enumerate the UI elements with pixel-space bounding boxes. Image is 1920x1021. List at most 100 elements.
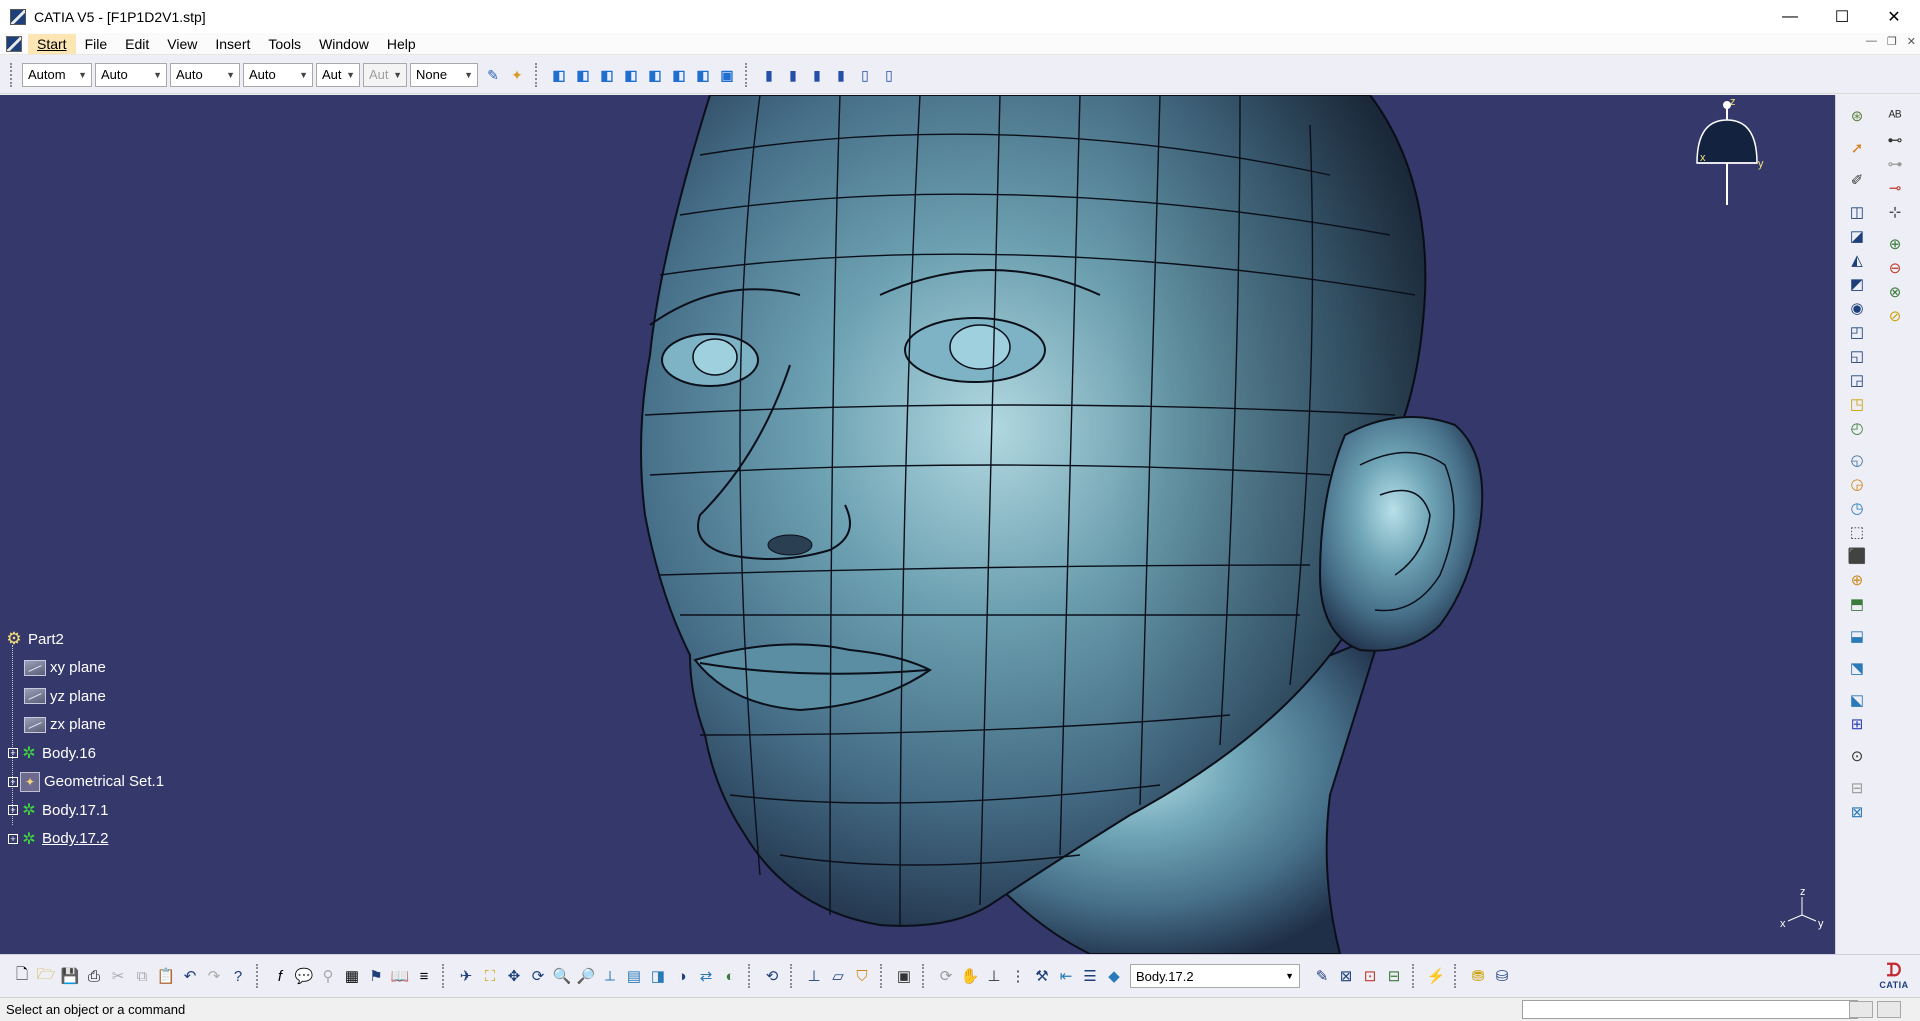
expand-plus-icon[interactable]: +	[8, 776, 18, 787]
swap-visible-space-icon[interactable]: ⇄	[695, 965, 717, 987]
document-icon[interactable]	[6, 35, 22, 52]
tree-root-part[interactable]: ⚙ Part2	[4, 625, 164, 654]
undo-icon[interactable]: ↶	[179, 965, 201, 987]
3d-viewport[interactable]: z x y z x y ⚙ Part2 xy plane yz plane zx…	[0, 95, 1835, 954]
toolbar-grip[interactable]	[790, 964, 794, 988]
left-view-icon[interactable]: ◧	[621, 65, 641, 85]
toolbar-grip[interactable]	[442, 964, 446, 988]
menu-tools[interactable]: Tools	[259, 34, 310, 54]
status-button-1[interactable]	[1849, 1001, 1873, 1018]
top-view-icon[interactable]: ◧	[669, 65, 689, 85]
front-view-icon[interactable]: ◧	[573, 65, 593, 85]
slot-icon[interactable]: ◱	[1846, 345, 1868, 367]
named-views-icon[interactable]: ▣	[717, 65, 737, 85]
knowledge-icon[interactable]: ⚑	[365, 965, 387, 987]
apply-material-bottom-icon[interactable]: ⊠	[1335, 965, 1357, 987]
update-icon[interactable]: ⟲	[761, 965, 783, 987]
formula-icon[interactable]: f	[269, 965, 291, 987]
menu-insert[interactable]: Insert	[206, 34, 259, 54]
boolean-add-icon[interactable]: ⊕	[1884, 233, 1906, 255]
thickness-icon[interactable]: ⬛	[1846, 545, 1868, 567]
toolbar-grip[interactable]	[256, 964, 260, 988]
rib-icon[interactable]: ◰	[1846, 321, 1868, 343]
transparency-combo[interactable]: Auto ▼	[95, 62, 167, 87]
pan-icon[interactable]: ✥	[503, 965, 525, 987]
doc-restore-icon[interactable]: ❐	[1887, 35, 1897, 48]
groove-icon[interactable]: ◩	[1846, 273, 1868, 295]
user-pattern-icon[interactable]: ⊞	[1846, 713, 1868, 735]
pad-icon[interactable]: ◫	[1846, 201, 1868, 223]
scan-icon[interactable]: ⋮	[1007, 965, 1029, 987]
fly-mode-icon[interactable]: ⊷	[1884, 129, 1906, 151]
catalog-icon[interactable]: 📖	[389, 965, 411, 987]
zoom-in-icon[interactable]: 🔍	[551, 965, 573, 987]
boolean-intersect-icon[interactable]: ⊗	[1884, 281, 1906, 303]
toolbar-grip[interactable]	[535, 62, 539, 87]
hide-show-icon[interactable]: ◑	[671, 965, 693, 987]
plane-icon[interactable]: ▱	[827, 965, 849, 987]
mirror-icon[interactable]: ⬔	[1846, 657, 1868, 679]
tree-item-geometrical-set-1[interactable]: + ✦ Geometrical Set.1	[4, 768, 164, 797]
split-icon[interactable]: ⬒	[1846, 593, 1868, 615]
expand-plus-icon[interactable]: +	[8, 833, 18, 844]
menu-view[interactable]: View	[158, 34, 206, 54]
shading-with-edges-icon[interactable]: ▮	[783, 65, 803, 85]
maximize-button[interactable]: ☐	[1816, 0, 1868, 33]
wireframe-icon[interactable]: ▯	[855, 65, 875, 85]
toolbar-grip[interactable]	[1412, 964, 1416, 988]
expand-plus-icon[interactable]: +	[8, 748, 18, 759]
iso-view-icon[interactable]: ◧	[549, 65, 569, 85]
stack-icon[interactable]: ☰	[1079, 965, 1101, 987]
thread-icon[interactable]: ⊕	[1846, 569, 1868, 591]
axis-system-icon[interactable]: ⊥	[803, 965, 825, 987]
pocket-icon[interactable]: ◪	[1846, 225, 1868, 247]
menu-window[interactable]: Window	[310, 34, 378, 54]
open-folder-icon[interactable]: 🗁	[35, 965, 57, 987]
define-in-work-object-icon[interactable]: ◆	[1103, 965, 1125, 987]
point-symbol-combo[interactable]: Aut ▼	[316, 62, 360, 87]
boolean-union-trim-icon[interactable]: ⊘	[1884, 305, 1906, 327]
translation-icon[interactable]: ⬓	[1846, 625, 1868, 647]
3d-axis-icon[interactable]: ⊥	[983, 965, 1005, 987]
3d-compass-icon[interactable]: ⊛	[1846, 105, 1868, 127]
snap-icon[interactable]: ⊹	[1884, 201, 1906, 223]
tree-item-yz-plane[interactable]: yz plane	[4, 682, 164, 711]
tools-palette-icon[interactable]: ⚒	[1031, 965, 1053, 987]
menu-file[interactable]: File	[76, 34, 117, 54]
fit-all-icon[interactable]: ⛶	[479, 965, 501, 987]
menu-start[interactable]: Start	[28, 33, 76, 54]
doc-close-icon[interactable]: ✕	[1907, 35, 1916, 48]
current-body-combo[interactable]: Body.17.2 ▼	[1130, 964, 1300, 988]
draft-icon[interactable]: ◷	[1846, 497, 1868, 519]
abc-annotation-icon[interactable]: ᴬᴮ	[1884, 105, 1906, 127]
scene-icon[interactable]: ⊡	[1359, 965, 1381, 987]
toolbar-grip[interactable]	[922, 964, 926, 988]
format-painter-icon[interactable]: ✎	[483, 65, 503, 85]
print-icon[interactable]: ⎙	[83, 965, 105, 987]
body-insert-icon[interactable]: ⛉	[851, 965, 873, 987]
shading-hidden-edges-icon[interactable]: ▮	[807, 65, 827, 85]
tree-item-zx-plane[interactable]: zx plane	[4, 711, 164, 740]
normal-view-icon[interactable]: ⟂	[599, 965, 621, 987]
sketch-analysis-icon[interactable]: ⚡	[1425, 965, 1447, 987]
line-type-combo[interactable]: Auto ▼	[243, 62, 313, 87]
toolbar-grip[interactable]	[748, 964, 752, 988]
multi-view-icon[interactable]: ▤	[623, 965, 645, 987]
fly-icon[interactable]: ✈	[455, 965, 477, 987]
shading-icon[interactable]: ▮	[759, 65, 779, 85]
stiffener-icon[interactable]: ◲	[1846, 369, 1868, 391]
menu-help[interactable]: Help	[378, 34, 425, 54]
sketch-icon[interactable]: ✐	[1846, 169, 1868, 191]
measure-icon[interactable]: ⊙	[1846, 745, 1868, 767]
shell-icon[interactable]: ⬚	[1846, 521, 1868, 543]
right-view-icon[interactable]: ◧	[645, 65, 665, 85]
tree-item-body-17-1[interactable]: + ✲ Body.17.1	[4, 796, 164, 825]
minimize-button[interactable]: —	[1764, 0, 1816, 33]
save-icon[interactable]: 💾	[59, 965, 81, 987]
graphic-properties-wizard-icon[interactable]: ✦	[507, 65, 527, 85]
compass-widget[interactable]: z x y	[1682, 95, 1772, 205]
quick-view-icon[interactable]: ◨	[647, 965, 669, 987]
zoom-out-icon[interactable]: 🔎	[575, 965, 597, 987]
render-icon[interactable]: ✎	[1311, 965, 1333, 987]
shaft-icon[interactable]: ◭	[1846, 249, 1868, 271]
